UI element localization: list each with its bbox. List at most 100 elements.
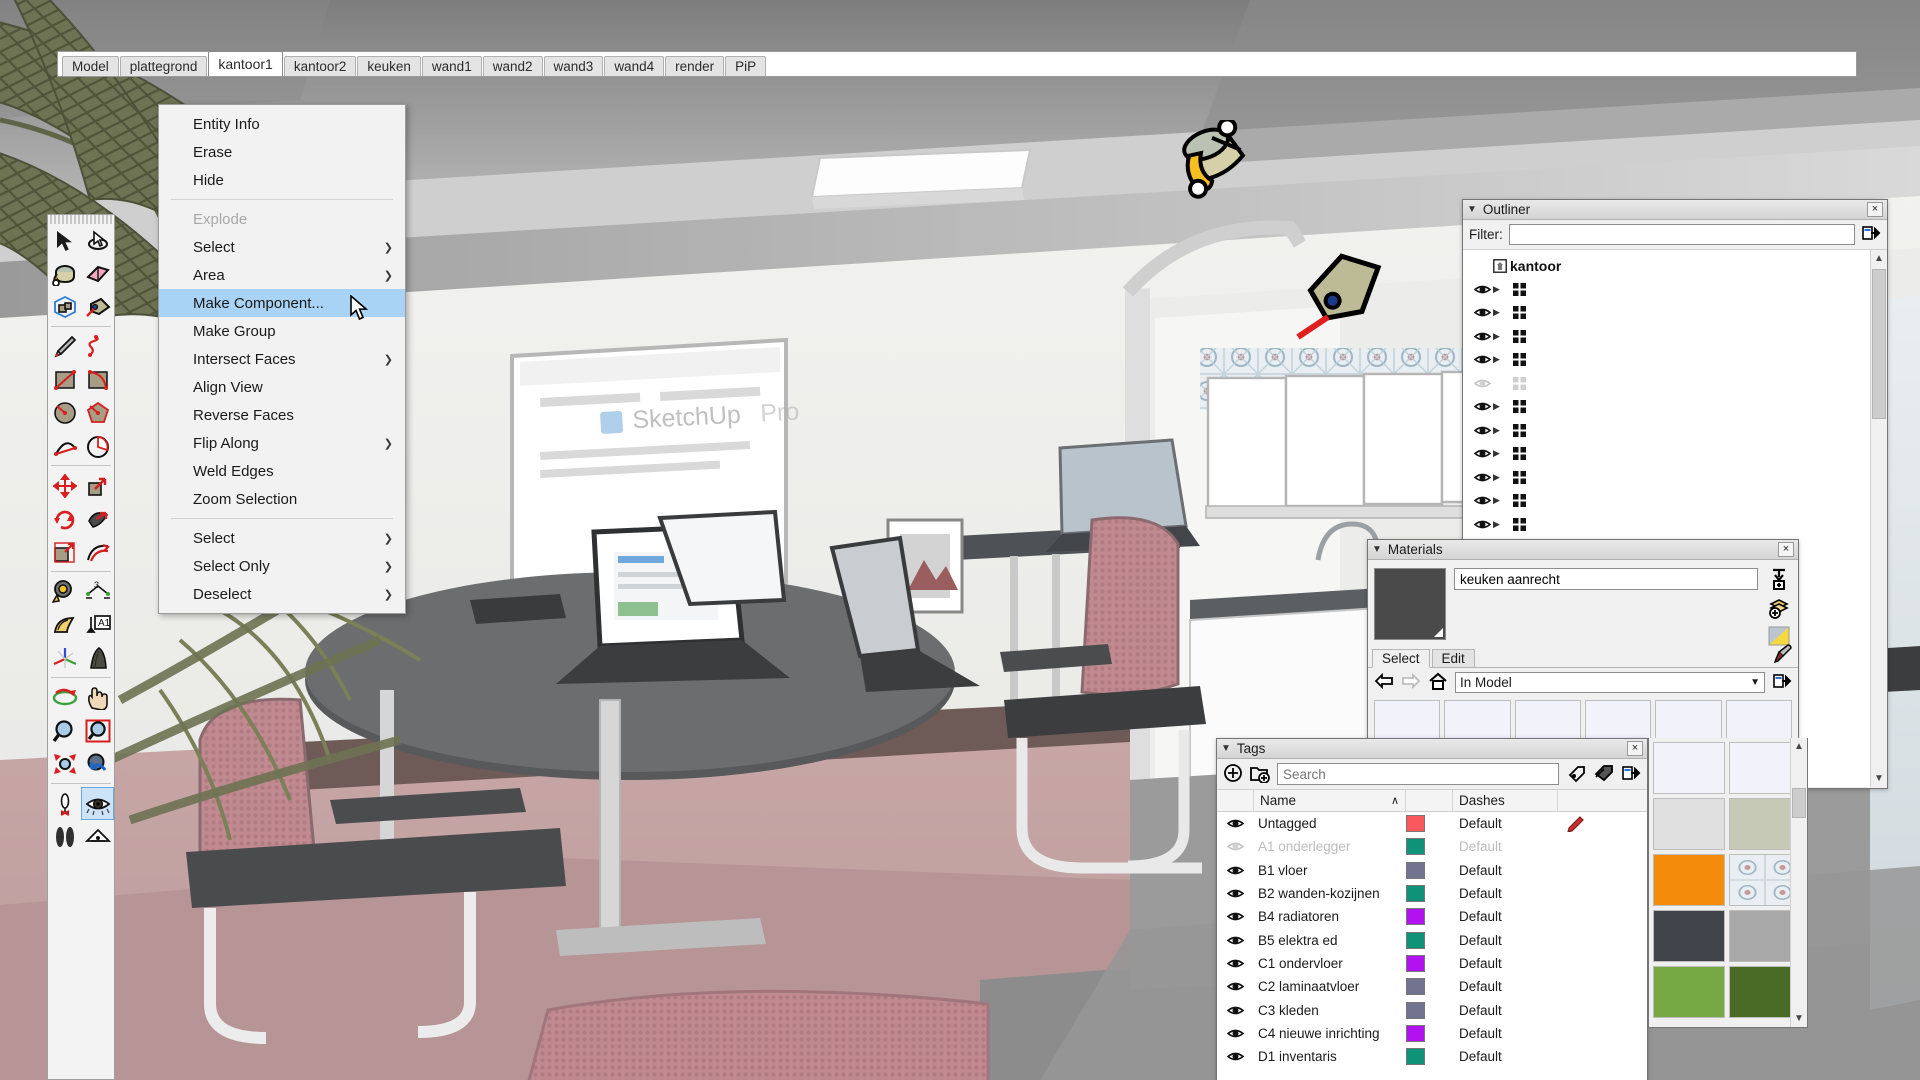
visibility-eye-icon[interactable] — [1471, 330, 1493, 343]
tag-eraser-icon[interactable] — [1593, 763, 1615, 786]
expand-triangle-icon[interactable]: ▶ — [1493, 425, 1509, 436]
look-around-tool[interactable] — [81, 787, 114, 820]
outliner-item[interactable]: ▶ — [1463, 513, 1887, 537]
context-menu-item-flip-along[interactable]: Flip Along ❯ — [159, 429, 405, 457]
outliner-item[interactable]: ▶ — [1463, 348, 1887, 372]
collapse-caret-icon[interactable]: ▼ — [1372, 544, 1382, 555]
scene-tab-kantoor2[interactable]: kantoor2 — [283, 56, 357, 76]
tag-color-chip[interactable] — [1406, 1048, 1453, 1066]
section-plane-tool[interactable] — [81, 820, 114, 853]
scene-tab-wand4[interactable]: wand4 — [604, 56, 665, 76]
scene-tab-wand2[interactable]: wand2 — [482, 56, 543, 76]
material-swatch-antraciet-a[interactable] — [1653, 910, 1725, 962]
context-menu-item-deselect[interactable]: Deselect ❯ — [159, 580, 405, 608]
pan-hand-tool[interactable] — [81, 681, 114, 714]
outliner-item[interactable]: ▶ — [1463, 395, 1887, 419]
previous-view-tool[interactable] — [81, 747, 114, 780]
visibility-eye-icon[interactable] — [1471, 353, 1493, 366]
context-menu-item-entity-info[interactable]: Entity Info — [159, 110, 405, 138]
materials-scrollbar[interactable]: ▲ ▼ — [1790, 738, 1807, 1027]
outliner-details-button[interactable] — [1861, 224, 1881, 245]
tag-row[interactable]: D1 inventaris Default — [1217, 1045, 1647, 1068]
tag-row[interactable]: C1 ondervloer Default — [1217, 952, 1647, 975]
tag-row[interactable]: B5 elektra ed Default — [1217, 928, 1647, 951]
tag-row[interactable]: C2 laminaatvloer Default — [1217, 975, 1647, 998]
position-camera-tool[interactable] — [48, 787, 81, 820]
outliner-item[interactable] — [1463, 372, 1887, 396]
context-menu-item-intersect-faces[interactable]: Intersect Faces ❯ — [159, 345, 405, 373]
tag-dashes-value[interactable]: Default — [1453, 839, 1558, 854]
tag-color-chip[interactable] — [1406, 1001, 1453, 1019]
details-arrow-icon[interactable] — [1621, 764, 1641, 785]
add-tag-folder-icon[interactable] — [1249, 763, 1271, 786]
tags-titlebar[interactable]: ▼ Tags × — [1217, 739, 1647, 759]
tag-color-chip[interactable] — [1406, 954, 1453, 972]
arc-2point-tool[interactable] — [48, 429, 81, 462]
pushpull-tool[interactable] — [81, 469, 114, 502]
scene-tab-kantoor1[interactable]: kantoor1 — [208, 51, 283, 76]
walk-tool[interactable] — [48, 820, 81, 853]
scene-tab-wand3[interactable]: wand3 — [543, 56, 604, 76]
outliner-item[interactable]: ▶ — [1463, 419, 1887, 443]
materials-tabs[interactable]: Select Edit — [1368, 644, 1798, 668]
tag-visibility-eye-icon[interactable] — [1217, 910, 1254, 923]
eraser-tool[interactable] — [81, 257, 114, 290]
collapse-caret-icon[interactable]: ▼ — [1467, 204, 1477, 215]
active-tag-pencil-icon[interactable] — [1558, 815, 1647, 832]
tape-measure-tool[interactable] — [48, 575, 81, 608]
visibility-eye-icon[interactable] — [1471, 424, 1493, 437]
zoom-tool[interactable] — [48, 714, 81, 747]
context-menu-item-weld-edges[interactable]: Weld Edges — [159, 457, 405, 485]
tag-visibility-eye-icon[interactable] — [1217, 817, 1254, 830]
expand-triangle-icon[interactable]: ▶ — [1493, 331, 1509, 342]
scroll-down-arrow-icon[interactable]: ▼ — [1791, 1010, 1807, 1027]
visibility-eye-icon[interactable] — [1471, 283, 1493, 296]
visibility-eye-icon[interactable] — [1471, 447, 1493, 460]
select-arrow-tool[interactable] — [48, 224, 81, 257]
expand-triangle-icon[interactable]: ▶ — [1493, 307, 1509, 318]
outliner-titlebar[interactable]: ▼ Outliner × — [1463, 200, 1887, 220]
tag-dashes-value[interactable]: Default — [1453, 933, 1558, 948]
home-icon[interactable] — [1428, 672, 1448, 693]
protractor-tool[interactable] — [48, 608, 81, 641]
current-material-swatch[interactable] — [1374, 568, 1446, 640]
outliner-root-item[interactable]: kantoor — [1463, 254, 1887, 278]
tags-close-button[interactable]: × — [1627, 741, 1643, 756]
scene-tab-render[interactable]: render — [665, 56, 725, 76]
outliner-close-button[interactable]: × — [1867, 202, 1883, 217]
context-menu-item-zoom-selection[interactable]: Zoom Selection — [159, 485, 405, 513]
visibility-eye-icon[interactable] — [1471, 400, 1493, 413]
tag-visibility-eye-icon[interactable] — [1217, 957, 1254, 970]
create-material-icon[interactable] — [1769, 568, 1789, 593]
expand-triangle-icon[interactable]: ▶ — [1493, 472, 1509, 483]
materials-side-buttons[interactable] — [1766, 568, 1792, 646]
expand-triangle-icon[interactable]: ▶ — [1493, 284, 1509, 295]
scene-tab-wand1[interactable]: wand1 — [421, 56, 482, 76]
tag-dashes-value[interactable]: Default — [1453, 956, 1558, 971]
scale-tool[interactable] — [48, 535, 81, 568]
context-menu-item-reverse-faces[interactable]: Reverse Faces — [159, 401, 405, 429]
tag-visibility-eye-icon[interactable] — [1217, 887, 1254, 900]
lasso-select-tool[interactable] — [81, 224, 114, 257]
context-menu-item-area[interactable]: Area ❯ — [159, 261, 405, 289]
tag-visibility-eye-icon[interactable] — [1217, 980, 1254, 993]
details-arrow-icon[interactable] — [1772, 672, 1792, 693]
tag-visibility-eye-icon[interactable] — [1217, 840, 1254, 853]
expand-triangle-icon[interactable]: ▶ — [1493, 495, 1509, 506]
material-swatch-oranje-a[interactable] — [1653, 854, 1725, 906]
scene-tab-pip[interactable]: PiP — [725, 56, 767, 76]
collapse-caret-icon[interactable]: ▼ — [1221, 743, 1231, 754]
circle-tool[interactable] — [48, 396, 81, 429]
scroll-up-arrow-icon[interactable]: ▲ — [1791, 738, 1807, 755]
text-tool[interactable]: A1 — [81, 608, 114, 641]
large-tool-set-toolbar[interactable]: 3 A1 — [47, 214, 115, 1080]
material-library-select[interactable]: In Model ▼ — [1455, 671, 1765, 693]
outliner-item[interactable]: ▶ — [1463, 278, 1887, 302]
tags-toolbar[interactable] — [1217, 759, 1647, 789]
tags-column-headers[interactable]: Name ∧ Dashes — [1217, 789, 1647, 812]
outliner-item[interactable]: ▶ — [1463, 442, 1887, 466]
add-tag-icon[interactable] — [1223, 763, 1243, 786]
tag-dashes-value[interactable]: Default — [1453, 816, 1558, 831]
materials-scroll-thumb[interactable] — [1792, 788, 1806, 818]
tag-tool[interactable] — [81, 290, 114, 323]
